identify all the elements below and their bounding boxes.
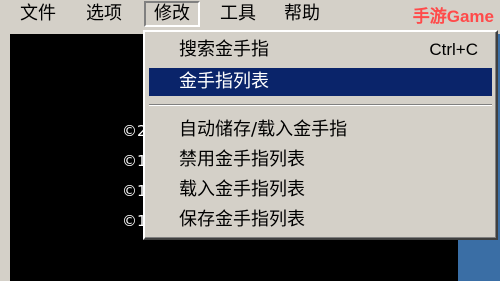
menu-item-save-cheat-list[interactable]: 保存金手指列表 bbox=[149, 206, 492, 234]
menu-item-label: 金手指列表 bbox=[179, 71, 269, 92]
menu-item-label: 禁用金手指列表 bbox=[179, 149, 305, 170]
menu-separator bbox=[149, 104, 492, 106]
shortcut-label: Ctrl+C bbox=[429, 40, 478, 59]
menu-item-label: 载入金手指列表 bbox=[179, 179, 305, 200]
menu-options[interactable]: 选项 bbox=[78, 1, 130, 27]
modify-dropdown-menu: 搜索金手指 Ctrl+C 金手指列表 自动储存/载入金手指 禁用金手指列表 载入… bbox=[143, 30, 498, 240]
menu-tools[interactable]: 工具 bbox=[212, 1, 264, 27]
watermark-logo: 手游Game bbox=[412, 7, 494, 26]
menu-file[interactable]: 文件 bbox=[12, 1, 64, 27]
menu-item-label: 搜索金手指 bbox=[179, 39, 269, 60]
menu-item-label: 自动储存/载入金手指 bbox=[179, 119, 348, 140]
menu-help[interactable]: 帮助 bbox=[276, 1, 328, 27]
menu-item-load-cheat-list[interactable]: 载入金手指列表 bbox=[149, 176, 492, 204]
menu-item-disable-cheat-list[interactable]: 禁用金手指列表 bbox=[149, 146, 492, 174]
menu-modify[interactable]: 修改 bbox=[144, 1, 200, 27]
menu-item-label: 保存金手指列表 bbox=[179, 209, 305, 230]
menu-item-search-cheat[interactable]: 搜索金手指 Ctrl+C bbox=[149, 36, 492, 64]
menu-item-auto-save-load-cheat[interactable]: 自动储存/载入金手指 bbox=[149, 116, 492, 144]
menu-item-cheat-list[interactable]: 金手指列表 bbox=[149, 68, 492, 96]
menu-bar: 文件 选项 修改 工具 帮助 手游Game bbox=[0, 0, 500, 30]
